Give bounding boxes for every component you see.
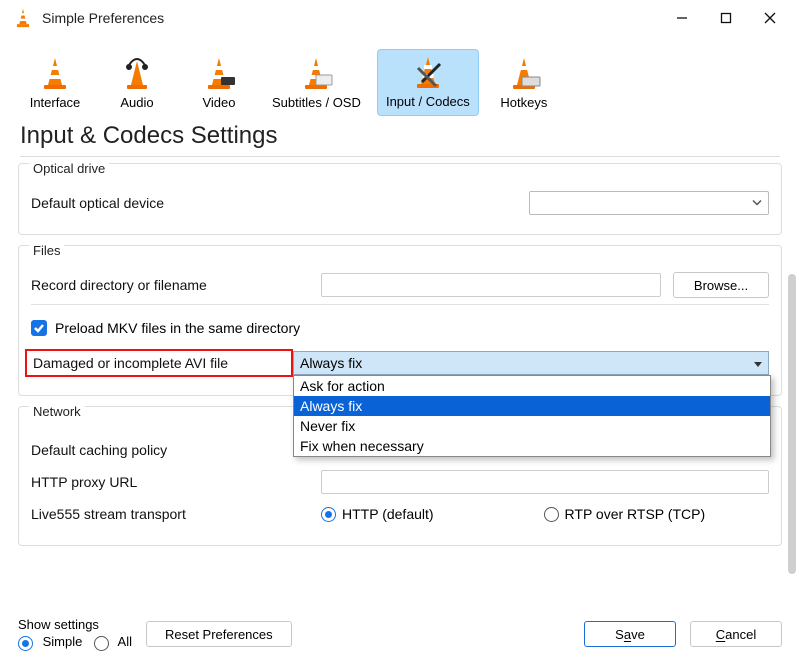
damaged-avi-select[interactable]: Always fix Ask for action Always fix Nev… (293, 351, 769, 375)
vlc-app-icon (12, 7, 34, 29)
cone-icon (37, 55, 73, 91)
group-files: Files Record directory or filename Brows… (18, 245, 782, 396)
live555-http-label: HTTP (default) (342, 506, 434, 522)
avi-option-when-necessary[interactable]: Fix when necessary (294, 436, 770, 456)
avi-option-never[interactable]: Never fix (294, 416, 770, 436)
tab-audio[interactable]: Audio (100, 51, 174, 116)
show-settings-simple-label: Simple (43, 634, 83, 649)
show-settings-all-label: All (118, 634, 132, 649)
group-optical-drive: Optical drive Default optical device (18, 163, 782, 235)
tab-subtitles[interactable]: Subtitles / OSD (264, 51, 369, 116)
damaged-avi-options: Ask for action Always fix Never fix Fix … (293, 375, 771, 457)
tab-label: Video (202, 95, 235, 110)
group-legend: Network (29, 404, 85, 419)
default-optical-select[interactable] (529, 191, 769, 215)
live555-rtp-label: RTP over RTSP (TCP) (565, 506, 706, 522)
scrollbar[interactable] (788, 274, 796, 574)
tab-label: Hotkeys (500, 95, 547, 110)
tab-hotkeys[interactable]: Hotkeys (487, 51, 561, 116)
tab-interface[interactable]: Interface (18, 51, 92, 116)
keyboard-cone-icon (506, 55, 542, 91)
subtitle-cone-icon (298, 55, 334, 91)
minimize-button[interactable] (660, 3, 704, 33)
cancel-button[interactable]: Cancel (690, 621, 782, 647)
record-dir-label: Record directory or filename (31, 277, 321, 293)
live555-http-radio[interactable] (321, 507, 336, 522)
page-heading: Input & Codecs Settings (0, 116, 800, 156)
tab-label: Subtitles / OSD (272, 95, 361, 110)
headphone-cone-icon (119, 55, 155, 91)
save-button[interactable]: Save (584, 621, 676, 647)
show-settings-simple-radio[interactable] (18, 636, 33, 651)
close-button[interactable] (748, 3, 792, 33)
tab-video[interactable]: Video (182, 51, 256, 116)
show-settings-all-radio[interactable] (94, 636, 109, 651)
default-optical-label: Default optical device (31, 195, 291, 211)
film-cone-icon (201, 55, 237, 91)
preload-mkv-checkbox[interactable] (31, 320, 47, 336)
caching-policy-label: Default caching policy (31, 442, 291, 458)
avi-option-ask[interactable]: Ask for action (294, 376, 770, 396)
divider (31, 304, 769, 305)
http-proxy-input[interactable] (321, 470, 769, 494)
maximize-button[interactable] (704, 3, 748, 33)
browse-button[interactable]: Browse... (673, 272, 769, 298)
live555-rtp-radio[interactable] (544, 507, 559, 522)
show-settings-group: Show settings Simple All (18, 617, 132, 650)
dropdown-arrow-icon (754, 355, 762, 371)
tool-cone-icon (410, 54, 446, 90)
window-title: Simple Preferences (42, 10, 660, 26)
record-dir-input[interactable] (321, 273, 661, 297)
tab-label: Input / Codecs (386, 94, 470, 109)
show-settings-label: Show settings (18, 617, 132, 632)
preload-mkv-label: Preload MKV files in the same directory (55, 320, 300, 336)
divider (20, 156, 780, 157)
check-icon (33, 322, 45, 334)
footer: Show settings Simple All Reset Preferenc… (0, 612, 800, 666)
tab-input-codecs[interactable]: Input / Codecs (377, 49, 479, 116)
chevron-down-icon (752, 196, 762, 211)
titlebar: Simple Preferences (0, 0, 800, 36)
group-legend: Files (29, 243, 64, 258)
live555-label: Live555 stream transport (31, 506, 321, 522)
combo-selected-value: Always fix (300, 355, 362, 371)
tab-label: Audio (120, 95, 153, 110)
category-tabs: Interface Audio Video Subtitles / OSD In… (0, 36, 800, 116)
damaged-avi-label: Damaged or incomplete AVI file (25, 349, 293, 377)
tab-label: Interface (30, 95, 81, 110)
avi-option-always[interactable]: Always fix (294, 396, 770, 416)
group-legend: Optical drive (29, 161, 109, 176)
http-proxy-label: HTTP proxy URL (31, 474, 321, 490)
settings-content: Optical drive Default optical device Fil… (0, 163, 800, 546)
reset-preferences-button[interactable]: Reset Preferences (146, 621, 292, 647)
